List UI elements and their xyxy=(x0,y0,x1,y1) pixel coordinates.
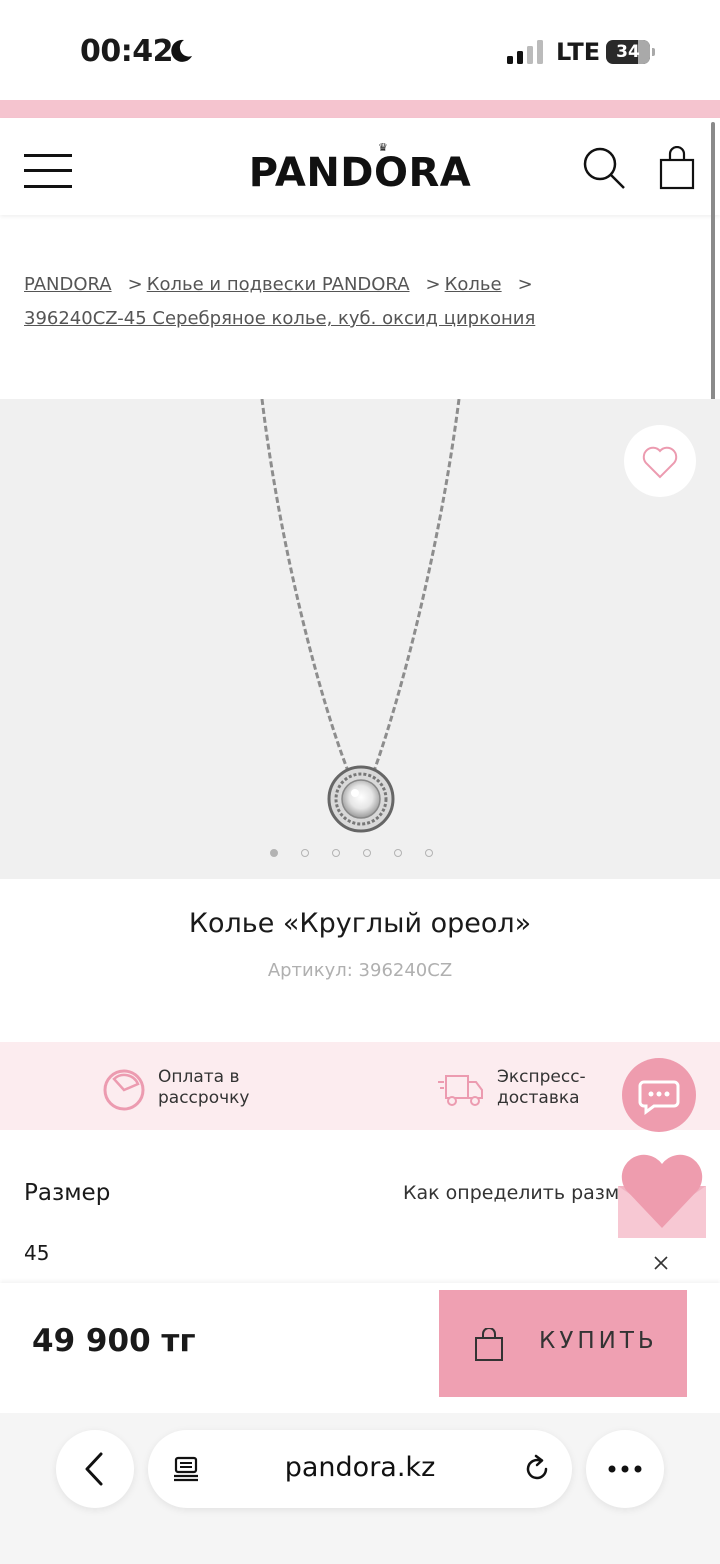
gallery-dot[interactable] xyxy=(332,849,340,857)
gallery-pagination[interactable] xyxy=(270,842,456,861)
benefit-installment[interactable]: Оплата в рассрочку xyxy=(158,1067,249,1109)
benefit-delivery-line1: Экспресс- xyxy=(497,1067,586,1087)
product-price: 49 900 тг xyxy=(32,1323,196,1359)
gallery-dot[interactable] xyxy=(301,849,309,857)
chat-bubble-icon xyxy=(638,1080,680,1115)
close-icon[interactable] xyxy=(652,1254,670,1272)
battery-tip xyxy=(652,48,655,56)
network-type: LTE xyxy=(556,38,601,66)
more-options-button[interactable] xyxy=(586,1430,664,1508)
battery-icon: 34 xyxy=(606,40,650,64)
size-label: Размер xyxy=(24,1180,111,1206)
back-button[interactable] xyxy=(56,1430,134,1508)
benefit-installment-line1: Оплата в xyxy=(158,1067,240,1087)
breadcrumb-necklaces[interactable]: Колье xyxy=(445,274,502,295)
gallery-dot[interactable] xyxy=(270,849,278,857)
battery-level: 34 xyxy=(616,42,640,62)
shopping-bag-icon[interactable] xyxy=(658,146,698,190)
size-guide-link[interactable]: Как определить размер xyxy=(403,1182,618,1204)
breadcrumb: PANDORA > Колье и подвески PANDORA > Колье > … xyxy=(24,268,704,336)
chat-button[interactable] xyxy=(622,1058,696,1132)
product-sku: Артикул: 396240CZ xyxy=(267,960,453,981)
benefit-express-delivery[interactable]: Экспресс- доставка xyxy=(497,1067,586,1109)
delivery-truck-icon xyxy=(438,1075,483,1106)
gallery-dot[interactable] xyxy=(394,849,402,857)
breadcrumb-necklaces-pendants[interactable]: Колье и подвески PANDORA xyxy=(147,274,410,295)
status-time: 00:42 xyxy=(80,34,174,69)
product-gallery[interactable] xyxy=(0,399,720,879)
moon-icon xyxy=(171,39,192,62)
chevron-right-icon: > xyxy=(127,274,143,295)
gallery-dot[interactable] xyxy=(425,849,433,857)
shopping-bag-icon xyxy=(475,1328,503,1361)
url-text[interactable]: pandora.kz xyxy=(148,1452,572,1483)
menu-icon[interactable] xyxy=(24,154,72,188)
logo-crown-icon: ♛ xyxy=(378,141,388,154)
wishlist-button[interactable] xyxy=(624,425,696,497)
search-icon[interactable] xyxy=(582,146,626,190)
promo-heart-icon[interactable] xyxy=(618,1150,706,1238)
chevron-right-icon: > xyxy=(425,274,441,295)
heart-icon xyxy=(642,446,678,479)
breadcrumb-home[interactable]: PANDORA xyxy=(24,274,112,295)
benefit-delivery-line2: доставка xyxy=(497,1088,580,1108)
gallery-dot[interactable] xyxy=(363,849,371,857)
breadcrumb-current-product[interactable]: 396240CZ-45 Серебряное колье, куб. оксид… xyxy=(24,308,535,329)
promo-strip[interactable] xyxy=(0,100,720,118)
reload-icon[interactable] xyxy=(522,1454,552,1484)
signal-icon xyxy=(507,40,543,64)
buy-button-label[interactable]: КУПИТЬ xyxy=(539,1328,658,1354)
benefit-installment-line2: рассрочку xyxy=(158,1088,250,1108)
size-value[interactable]: 45 xyxy=(24,1241,49,1265)
pandora-logo[interactable]: PANDORA xyxy=(200,150,520,196)
product-title: Колье «Круглый ореол» xyxy=(188,908,532,939)
installment-icon xyxy=(103,1069,145,1111)
more-dots-icon xyxy=(608,1465,642,1473)
chevron-left-icon xyxy=(85,1452,103,1486)
chevron-right-icon: > xyxy=(517,274,533,295)
necklace-image xyxy=(260,399,461,833)
